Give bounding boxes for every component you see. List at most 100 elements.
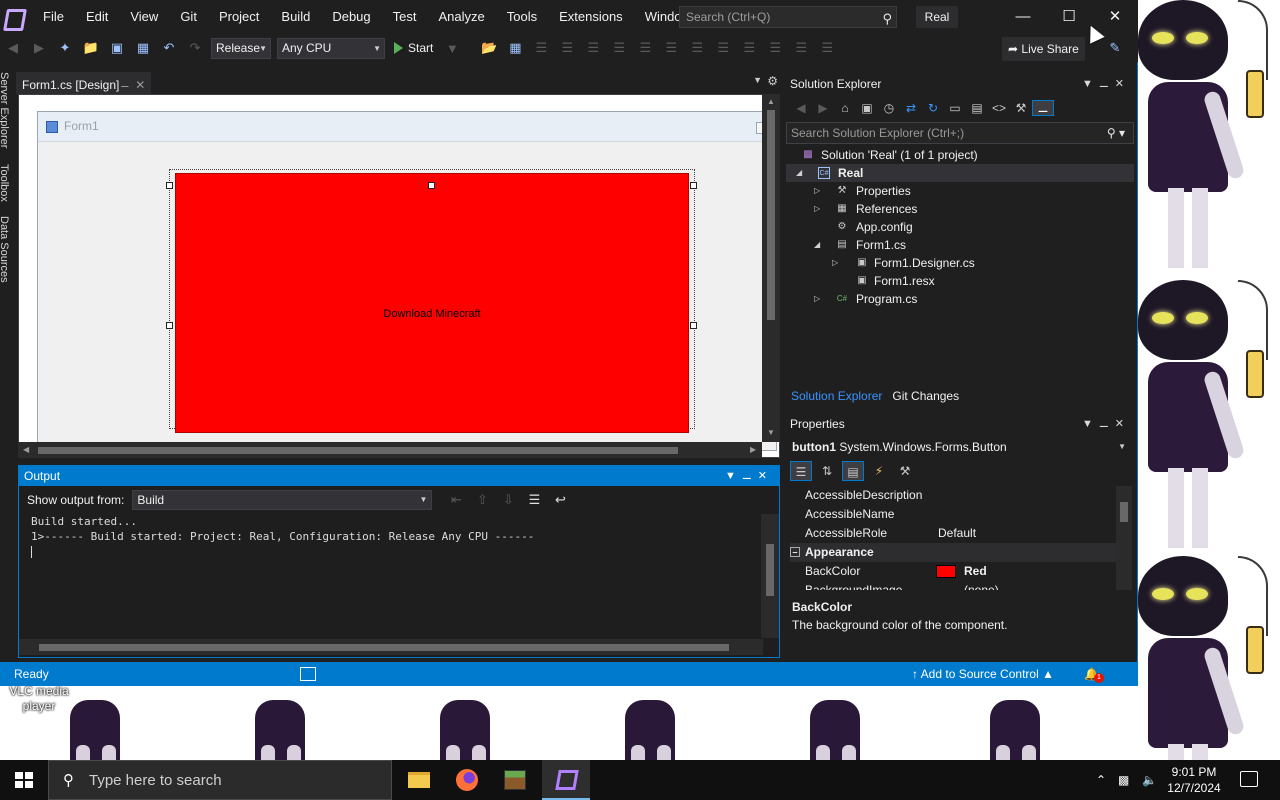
expanded-arrow-icon[interactable]: ◢ <box>796 164 802 182</box>
scroll-thumb[interactable] <box>39 644 729 651</box>
project-name-badge[interactable]: Real <box>916 6 958 28</box>
menu-debug[interactable]: Debug <box>321 0 381 34</box>
align-lefts-icon[interactable]: ☰ <box>531 38 551 58</box>
scroll-down-icon[interactable]: ▼ <box>767 428 775 437</box>
start-dropdown-icon[interactable]: ▼ <box>442 38 462 58</box>
collapsed-arrow-icon[interactable]: ▷ <box>814 290 820 308</box>
categorized-icon[interactable]: ☰ <box>790 461 812 481</box>
minecraft-app[interactable] <box>490 760 538 800</box>
desktop-icon-vlc-label[interactable]: VLC media player <box>4 684 74 714</box>
property-row[interactable]: BackgroundImage (none) <box>790 581 1116 590</box>
feedback-icon[interactable]: ✎ <box>1105 38 1125 58</box>
expanded-arrow-icon[interactable]: ◢ <box>814 236 820 254</box>
open-file-icon[interactable]: 📁 <box>81 38 101 58</box>
add-to-source-control-button[interactable]: ↑ Add to Source Control ▲ <box>912 662 1054 686</box>
format-selection-icon[interactable]: ▦ <box>505 38 525 58</box>
platform-dropdown[interactable]: Any CPU ▼ <box>277 37 385 59</box>
property-value[interactable]: Red <box>964 562 987 581</box>
same-width-icon[interactable]: ☰ <box>687 38 707 58</box>
same-height-icon[interactable]: ☰ <box>713 38 733 58</box>
property-pages-icon[interactable]: ⚒ <box>894 461 916 481</box>
visual-studio-app[interactable] <box>542 760 590 800</box>
property-grid-scrollbar[interactable] <box>1116 486 1132 590</box>
collapsed-arrow-icon[interactable]: ▷ <box>814 200 820 218</box>
align-rights-icon[interactable]: ☰ <box>583 38 603 58</box>
tree-item-project-real[interactable]: ◢ C# Real <box>786 164 1134 182</box>
prev-message-icon[interactable]: ⇧ <box>472 490 492 510</box>
forward-icon[interactable]: ▶ <box>812 101 834 115</box>
scroll-thumb[interactable] <box>1120 502 1128 522</box>
menu-view[interactable]: View <box>119 0 169 34</box>
back-icon[interactable]: ◀ <box>790 101 812 115</box>
word-wrap-icon[interactable]: ↩ <box>550 490 570 510</box>
pin-icon[interactable]: ⚊ <box>1099 418 1115 430</box>
menu-extensions[interactable]: Extensions <box>548 0 634 34</box>
new-project-icon[interactable]: ✦ <box>55 38 75 58</box>
pending-changes-filter-icon[interactable]: ◷ <box>878 101 900 115</box>
download-minecraft-button[interactable]: Download Minecraft <box>175 173 689 433</box>
visual-studio-logo-icon[interactable] <box>2 7 22 27</box>
align-middles-icon[interactable]: ☰ <box>635 38 655 58</box>
resize-handle[interactable] <box>428 182 435 189</box>
tab-form1-design[interactable]: Form1.cs [Design] ⚊ ✕ <box>16 72 152 96</box>
close-pane-icon[interactable]: ✕ <box>1115 418 1130 430</box>
output-horizontal-scrollbar[interactable] <box>19 639 763 655</box>
property-category-appearance[interactable]: – Appearance <box>790 543 1116 562</box>
properties-icon[interactable]: ▤ <box>842 461 864 481</box>
scroll-left-icon[interactable]: ◀ <box>23 445 29 454</box>
designer-vertical-scrollbar[interactable]: ▲ ▼ <box>762 94 780 442</box>
tab-order-icon[interactable]: ☰ <box>817 38 837 58</box>
close-pane-icon[interactable]: ✕ <box>1115 78 1130 90</box>
firefox-app[interactable] <box>442 760 490 800</box>
speaker-icon[interactable]: 🔈 <box>1142 760 1157 800</box>
tab-git-changes[interactable]: Git Changes <box>887 386 964 406</box>
pin-icon[interactable]: ⚊ <box>742 470 758 482</box>
spacing-icon[interactable]: ☰ <box>765 38 785 58</box>
save-all-icon[interactable]: ▦ <box>133 38 153 58</box>
clear-all-icon[interactable]: ☰ <box>524 490 544 510</box>
resize-handle[interactable] <box>166 322 173 329</box>
tab-solution-explorer[interactable]: Solution Explorer <box>786 386 887 406</box>
side-tab-server-explorer[interactable]: Server Explorer <box>0 72 10 148</box>
close-pane-icon[interactable]: ✕ <box>758 470 773 482</box>
form-designer-surface[interactable]: Form1 Download Minecraft <box>18 94 780 458</box>
start-button[interactable] <box>0 760 48 800</box>
menu-git[interactable]: Git <box>169 0 208 34</box>
resize-handle[interactable] <box>166 182 173 189</box>
property-row[interactable]: BackColor Red <box>790 562 1116 581</box>
menu-build[interactable]: Build <box>270 0 321 34</box>
preview-selected-icon[interactable]: ⚊ <box>1032 100 1054 116</box>
resize-handle[interactable] <box>690 322 697 329</box>
collapse-all-icon[interactable]: ▭ <box>944 101 966 115</box>
property-row[interactable]: AccessibleName <box>790 505 1116 524</box>
tree-item-program-cs[interactable]: ▷ C# Program.cs <box>786 290 1134 308</box>
scroll-thumb[interactable] <box>766 544 774 596</box>
start-debugging-button[interactable]: Start <box>394 41 433 55</box>
menu-analyze[interactable]: Analyze <box>427 0 495 34</box>
action-center-icon[interactable] <box>1240 771 1258 787</box>
scroll-thumb[interactable] <box>38 447 678 454</box>
property-value[interactable]: (none) <box>964 581 999 590</box>
pane-menu-icon[interactable]: ▼ <box>1082 418 1099 430</box>
tree-item-properties[interactable]: ▷ ⚒ Properties <box>786 182 1134 200</box>
side-tab-data-sources[interactable]: Data Sources <box>0 216 10 283</box>
close-tab-icon[interactable]: ✕ <box>135 74 145 96</box>
tree-item-form1-resx[interactable]: ▣ Form1.resx <box>786 272 1134 290</box>
home-icon[interactable]: ⌂ <box>834 101 856 115</box>
property-value[interactable]: Default <box>938 524 976 543</box>
menu-file[interactable]: File <box>32 0 75 34</box>
taskbar-search-box[interactable]: ⚲ Type here to search <box>48 760 392 800</box>
same-size-icon[interactable]: ☰ <box>739 38 759 58</box>
file-explorer-app[interactable] <box>394 760 442 800</box>
side-tab-toolbox[interactable]: Toolbox <box>0 164 10 202</box>
property-row[interactable]: AccessibleRole Default <box>790 524 1116 543</box>
show-all-files-icon[interactable]: ▤ <box>966 101 988 115</box>
designer-horizontal-scrollbar[interactable]: ◀ ▶ <box>18 442 762 458</box>
collapse-category-icon[interactable]: – <box>790 547 800 557</box>
menu-project[interactable]: Project <box>208 0 270 34</box>
solution-search-input[interactable]: Search Solution Explorer (Ctrl+;) ⚲ ▾ <box>786 122 1134 144</box>
tree-item-app-config[interactable]: ⚙ App.config <box>786 218 1134 236</box>
pin-icon[interactable]: ⚊ <box>1099 78 1115 90</box>
scroll-right-icon[interactable]: ▶ <box>750 445 756 454</box>
align-bottoms-icon[interactable]: ☰ <box>661 38 681 58</box>
